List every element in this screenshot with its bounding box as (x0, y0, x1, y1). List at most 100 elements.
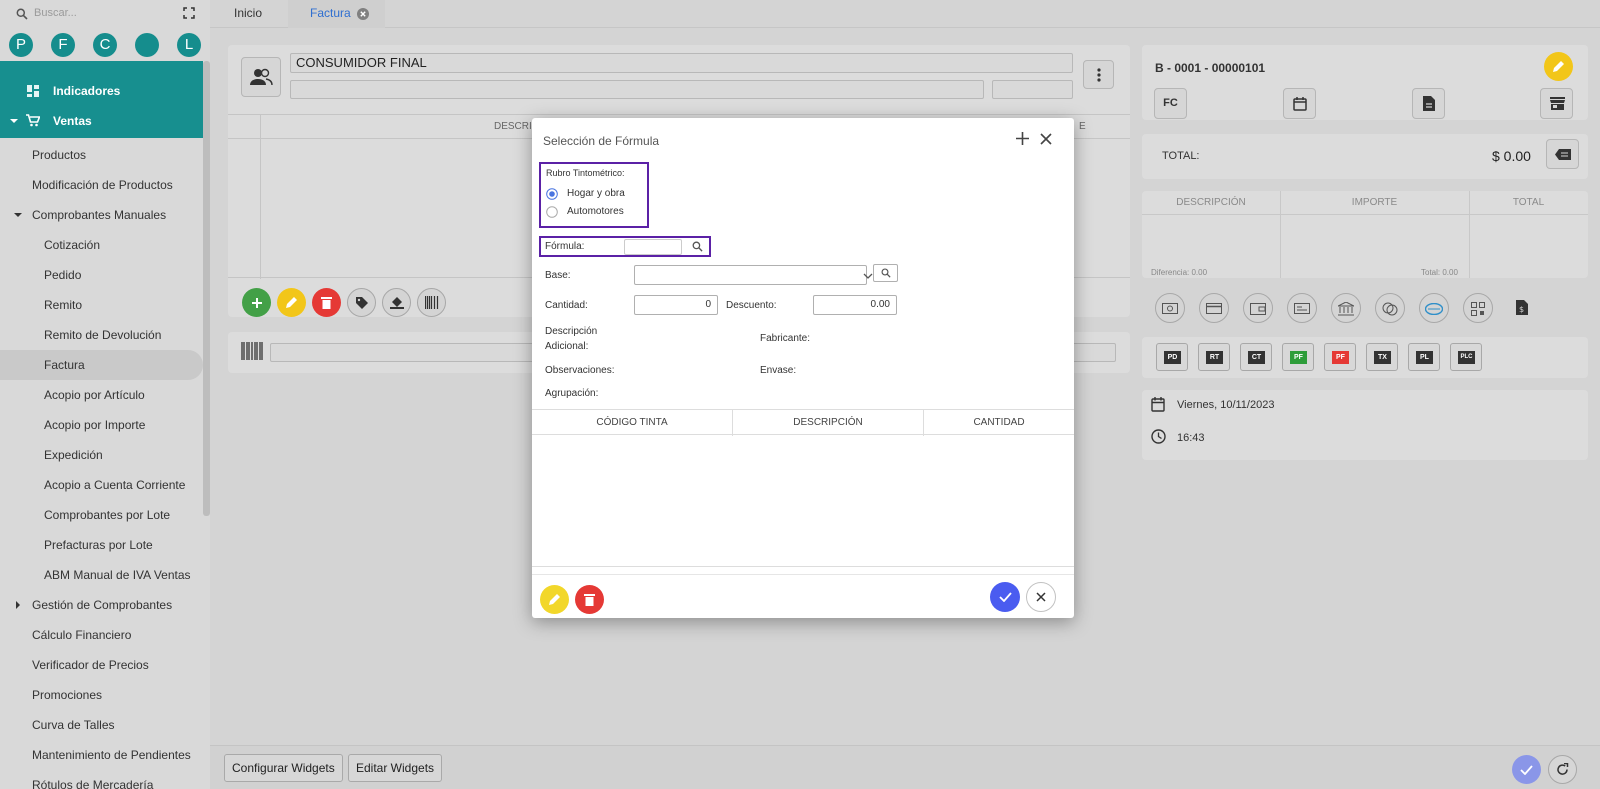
add-icon[interactable] (1016, 132, 1029, 145)
customer-button[interactable] (241, 57, 281, 97)
sidebar-item[interactable]: Expedición (0, 440, 203, 470)
barcode-button[interactable] (417, 288, 446, 317)
sidebar-item[interactable]: Cálculo Financiero (0, 620, 203, 650)
sidebar-item[interactable]: Modificación de Productos (0, 170, 203, 200)
check-icon (1294, 303, 1310, 314)
doc-type-plc[interactable]: PLC (1450, 343, 1482, 371)
doc-type-pf-red[interactable]: PF (1324, 343, 1356, 371)
sidebar-item[interactable]: Rótulos de Mercadería (0, 770, 203, 789)
sidebar-item[interactable]: Verificador de Precios (0, 650, 203, 680)
cancel-button[interactable] (1026, 582, 1056, 612)
dashboard-icon (27, 85, 39, 97)
bank-button[interactable] (1331, 293, 1361, 323)
sidebar-item[interactable]: Comprobantes por Lote (0, 500, 203, 530)
add-item-button[interactable] (242, 288, 271, 317)
sidebar-item[interactable]: Comprobantes Manuales (0, 200, 203, 230)
sidebar-item[interactable]: Acopio a Cuenta Corriente (0, 470, 203, 500)
cash-button[interactable] (1155, 293, 1185, 323)
customer-id-field[interactable] (992, 80, 1073, 99)
sidebar-item[interactable]: Mantenimiento de Pendientes (0, 740, 203, 770)
radio-automotores[interactable]: Automotores (546, 205, 646, 219)
sidebar-item[interactable]: Productos (0, 140, 203, 170)
radio-unchecked-icon (546, 206, 558, 218)
document-button[interactable] (1412, 88, 1445, 119)
invoice-type-button[interactable]: FC (1154, 88, 1187, 119)
wallet-button[interactable] (1243, 293, 1273, 323)
close-icon[interactable] (1040, 133, 1052, 145)
card-button[interactable] (1199, 293, 1229, 323)
discount-button[interactable] (1546, 139, 1579, 169)
delete-item-button[interactable] (312, 288, 341, 317)
chevron-down-icon (10, 119, 18, 123)
edit-invoice-button[interactable] (1544, 52, 1573, 81)
sidebar-item[interactable]: Promociones (0, 680, 203, 710)
shortcut-c[interactable]: C (93, 33, 117, 57)
base-select[interactable] (634, 265, 867, 285)
doc-type-pl[interactable]: PL (1408, 343, 1440, 371)
delete-formula-button[interactable] (575, 585, 604, 614)
tab-label: Factura (310, 6, 351, 20)
paint-button[interactable] (382, 288, 411, 317)
doc-type-ct[interactable]: CT (1240, 343, 1272, 371)
search-icon[interactable] (692, 241, 703, 252)
sidebar-item-ventas[interactable]: Ventas (0, 106, 203, 136)
sidebar-item[interactable]: Curva de Talles (0, 710, 203, 740)
refresh-button[interactable] (1548, 755, 1577, 784)
descuento-input[interactable]: 0.00 (813, 295, 897, 315)
sidebar-item[interactable]: Acopio por Artículo (0, 380, 203, 410)
sidebar-item-label: Ventas (53, 114, 92, 128)
chevron-down-icon[interactable] (863, 273, 873, 279)
svg-text:$: $ (1519, 305, 1524, 314)
fullscreen-icon[interactable] (183, 7, 195, 19)
cantidad-input[interactable]: 0 (634, 295, 718, 315)
accept-button[interactable] (990, 582, 1020, 612)
customer-name-field[interactable]: CONSUMIDOR FINAL (290, 53, 1073, 73)
store-button[interactable] (1540, 88, 1573, 119)
tintas-table-header: CÓDIGO TINTA DESCRIPCIÓN CANTIDAD (532, 409, 1074, 436)
base-search-button[interactable] (873, 264, 898, 282)
sidebar-item[interactable]: Remito (0, 290, 203, 320)
more-options-button[interactable] (1083, 60, 1114, 89)
tab-factura[interactable]: Factura (288, 0, 385, 28)
sidebar-scrollbar[interactable] (203, 61, 210, 516)
formula-input[interactable] (624, 239, 682, 255)
edit-item-button[interactable] (277, 288, 306, 317)
shortcut-blank[interactable] (135, 33, 159, 57)
qr-button[interactable] (1463, 293, 1493, 323)
cantidad-label: Cantidad: (545, 300, 588, 311)
doc-type-pd[interactable]: PD (1156, 343, 1188, 371)
close-tab-icon[interactable] (356, 8, 369, 20)
pos-button[interactable] (1419, 293, 1449, 323)
check-button[interactable] (1287, 293, 1317, 323)
sidebar-item[interactable]: Gestión de Comprobantes (0, 590, 203, 620)
sidebar-item[interactable]: Pedido (0, 260, 203, 290)
money-doc-button[interactable]: $ (1507, 293, 1537, 323)
sidebar-item[interactable]: Remito de Devolución (0, 320, 203, 350)
tag-button[interactable] (347, 288, 376, 317)
tab-inicio[interactable]: Inicio (212, 0, 284, 28)
sidebar-item-label: Verificador de Precios (32, 658, 149, 672)
editar-widgets-button[interactable]: Editar Widgets (348, 754, 443, 782)
radio-hogar[interactable]: Hogar y obra (546, 187, 646, 201)
configurar-widgets-button[interactable]: Configurar Widgets (224, 754, 343, 782)
shortcut-f[interactable]: F (51, 33, 75, 57)
sidebar-item[interactable]: Cotización (0, 230, 203, 260)
doc-type-rt[interactable]: RT (1198, 343, 1230, 371)
sidebar-item[interactable]: Acopio por Importe (0, 410, 203, 440)
coins-button[interactable] (1375, 293, 1405, 323)
sidebar-item[interactable]: ABM Manual de IVA Ventas (0, 560, 203, 590)
shortcut-p[interactable]: P (9, 33, 33, 57)
shortcut-l[interactable]: L (177, 33, 201, 57)
sidebar-item-indicadores[interactable]: Indicadores (0, 76, 203, 106)
formula-label: Fórmula: (545, 241, 585, 252)
customer-address-field[interactable] (290, 80, 984, 99)
sidebar-item[interactable]: Prefacturas por Lote (0, 530, 203, 560)
sidebar-search[interactable]: Buscar... (14, 7, 204, 25)
header-cantidad: CANTIDAD (973, 417, 1025, 428)
doc-type-pf-green[interactable]: PF (1282, 343, 1314, 371)
sidebar-item[interactable]: Factura (0, 350, 203, 380)
confirm-invoice-button[interactable] (1512, 755, 1541, 784)
calendar-button[interactable] (1283, 88, 1316, 119)
doc-type-tx[interactable]: TX (1366, 343, 1398, 371)
edit-formula-button[interactable] (540, 585, 569, 614)
